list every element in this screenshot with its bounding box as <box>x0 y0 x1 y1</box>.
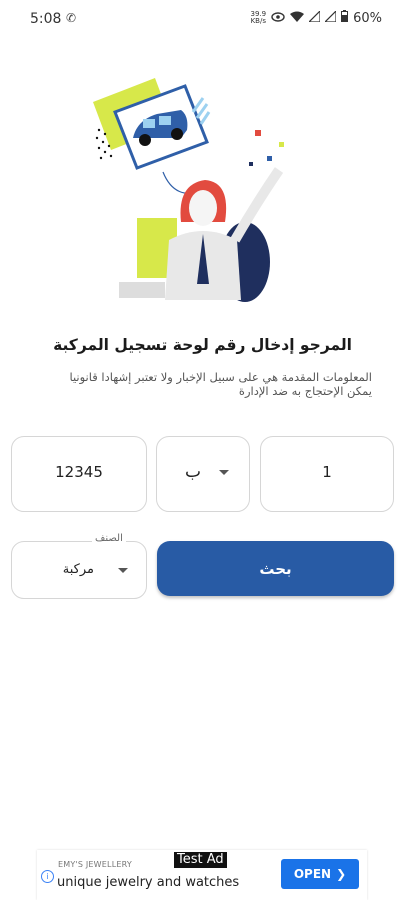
signal-icon-2 <box>323 9 337 26</box>
ad-banner[interactable]: i EMY'S JEWELLERY Test Ad unique jewelry… <box>37 850 367 900</box>
ad-brand: EMY'S JEWELLERY <box>58 860 132 869</box>
page-title: المرجو إدخال رقم لوحة تسجيل المركبة <box>53 336 352 354</box>
signal-icon <box>307 9 321 26</box>
network-speed-unit: KB/s <box>250 17 266 25</box>
plate-number-field[interactable]: 12345 <box>11 436 147 512</box>
plate-letter-value: ب <box>185 462 202 482</box>
category-value: مركبة <box>62 562 94 577</box>
category-label: الصنف <box>92 533 126 544</box>
plate-number-value: 12345 <box>55 463 103 481</box>
ad-open-button[interactable]: OPEN ❯ <box>281 859 359 889</box>
test-ad-badge: Test Ad <box>174 852 227 868</box>
battery-icon <box>341 10 349 26</box>
search-button[interactable]: بحث <box>157 541 394 596</box>
plate-code-field[interactable]: 1 <box>260 436 394 512</box>
plate-letter-select[interactable]: ب <box>156 436 250 512</box>
header-illustration <box>85 72 310 312</box>
status-bar: 5:08 ✆ 39.9 KB/s 60% <box>0 0 404 38</box>
battery-level: 60% <box>353 10 382 26</box>
page-description: المعلومات المقدمة هي على سبيل الإخبار ول… <box>69 370 372 398</box>
ad-headline: unique jewelry and watches <box>57 875 240 890</box>
eye-icon <box>271 11 285 26</box>
phone-icon: ✆ <box>66 11 77 25</box>
chevron-down-icon <box>118 568 128 573</box>
wifi-icon <box>290 11 305 26</box>
chevron-down-icon <box>219 470 229 475</box>
chevron-right-icon: ❯ <box>336 867 347 881</box>
ad-open-label: OPEN <box>293 867 332 881</box>
category-select[interactable]: مركبة <box>11 541 147 599</box>
status-icons: 39.9 KB/s 60% <box>251 9 382 26</box>
status-time: 5:08 <box>30 11 62 27</box>
plate-code-value: 1 <box>322 463 332 481</box>
network-speed: 39.9 KB/s <box>251 11 267 25</box>
info-icon[interactable]: i <box>41 870 54 883</box>
